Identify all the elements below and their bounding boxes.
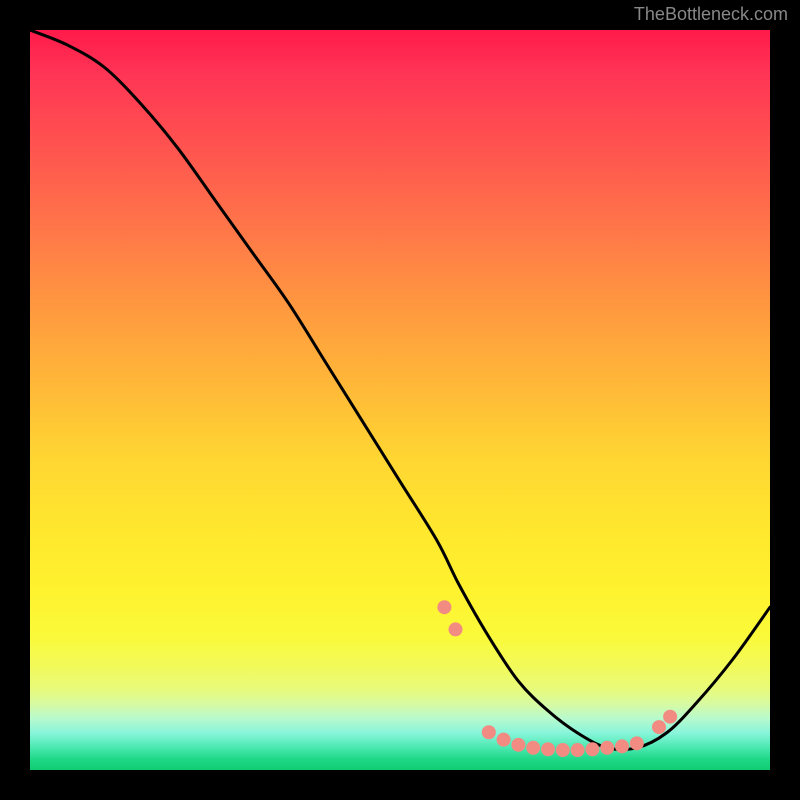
- marker-dot: [511, 738, 525, 752]
- marker-dot: [630, 736, 644, 750]
- marker-dot: [541, 742, 555, 756]
- marker-dot: [571, 743, 585, 757]
- attribution-text: TheBottleneck.com: [634, 4, 788, 25]
- marker-dot: [526, 741, 540, 755]
- marker-dot: [663, 710, 677, 724]
- marker-dot: [556, 743, 570, 757]
- marker-dot: [497, 733, 511, 747]
- marker-dot: [482, 725, 496, 739]
- chart-svg: [30, 30, 770, 770]
- marker-dot: [615, 739, 629, 753]
- marker-dots: [437, 600, 677, 757]
- marker-dot: [437, 600, 451, 614]
- plot-area: [30, 30, 770, 770]
- marker-dot: [652, 720, 666, 734]
- curve-line: [30, 30, 770, 750]
- marker-dot: [449, 622, 463, 636]
- marker-dot: [585, 742, 599, 756]
- marker-dot: [600, 741, 614, 755]
